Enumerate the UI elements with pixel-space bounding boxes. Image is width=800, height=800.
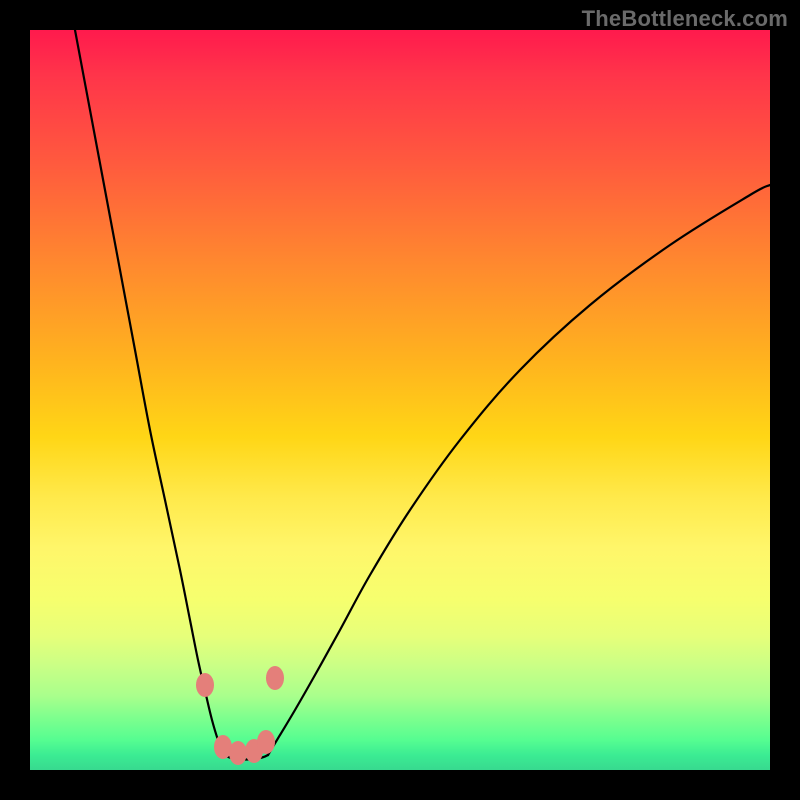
curve-left-branch [75, 30, 224, 755]
watermark-text: TheBottleneck.com [582, 6, 788, 32]
curve-right-branch [268, 185, 770, 755]
plot-svg [30, 30, 770, 770]
right-top-marker [266, 666, 284, 690]
left-top-marker [196, 673, 214, 697]
bottom-d-marker [257, 730, 275, 754]
bottom-b-marker [229, 741, 247, 765]
plot-area [30, 30, 770, 770]
marker-group [196, 666, 284, 765]
chart-frame: TheBottleneck.com [0, 0, 800, 800]
